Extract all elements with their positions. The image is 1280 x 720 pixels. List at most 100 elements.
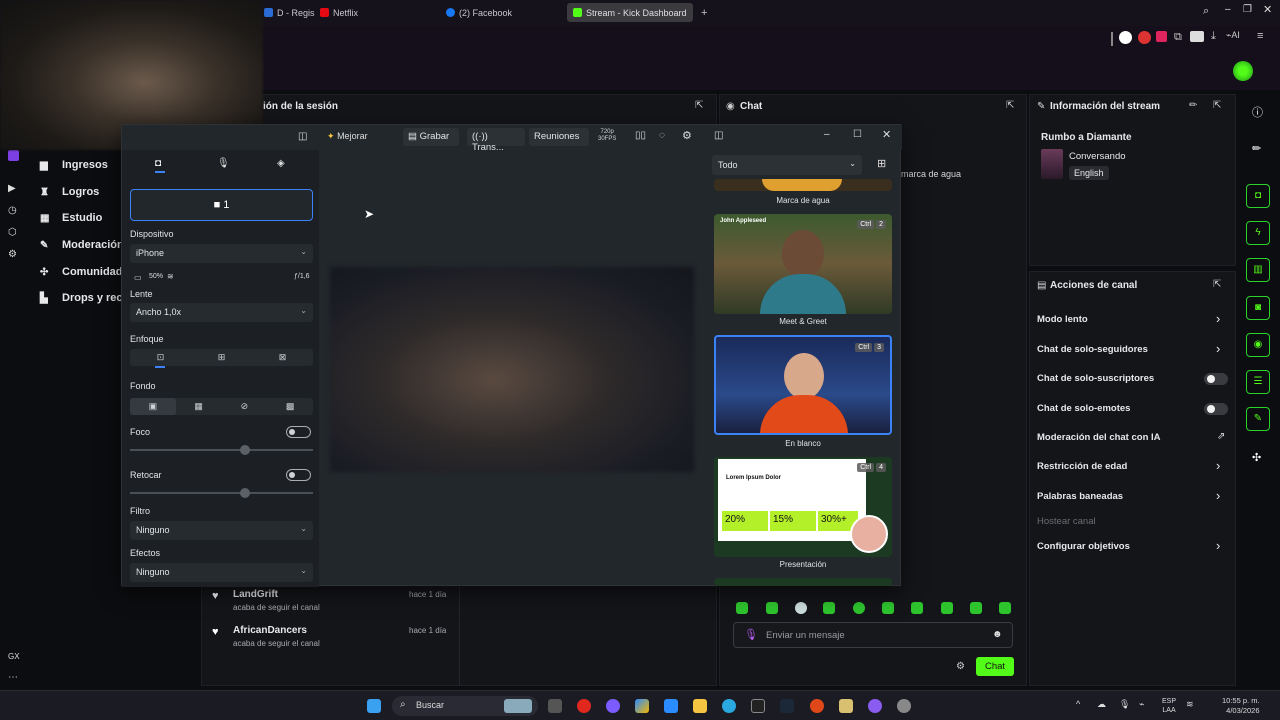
settings-icon[interactable]: ⚙	[956, 661, 965, 672]
layers-tab-icon[interactable]: ◈	[277, 158, 285, 169]
edit-icon[interactable]: ✏	[1189, 100, 1197, 111]
menu-icon[interactable]: ≡	[1257, 30, 1263, 42]
microphone-icon[interactable]: 🎙	[1119, 699, 1130, 710]
cloud-icon[interactable]: ☁	[1097, 699, 1106, 710]
activity-user[interactable]: AfricanDancers	[233, 625, 307, 636]
emote-icon[interactable]	[736, 602, 748, 614]
effects-select[interactable]: Ninguno ⌄	[130, 563, 313, 582]
action-moderacion-ia[interactable]: Moderación del chat con IA	[1037, 432, 1161, 443]
puzzle-icon[interactable]: ⧉	[1174, 31, 1182, 44]
sidebar-item-comunidad[interactable]: ✣ Comunidad	[40, 266, 123, 278]
tab-register[interactable]: D - Regis	[258, 3, 321, 22]
toggle-solo-suscriptores[interactable]	[1204, 373, 1228, 385]
wifi-icon[interactable]: ≋	[1186, 699, 1194, 710]
extension-icon[interactable]	[1119, 31, 1132, 44]
emote-icon[interactable]	[766, 602, 778, 614]
background-off-icon[interactable]: ⊘	[222, 398, 268, 415]
retouch-slider[interactable]	[130, 488, 313, 498]
action-solo-seguidores[interactable]: Chat de solo-seguidores	[1037, 344, 1148, 355]
twitch-icon[interactable]	[8, 150, 19, 161]
camera-select-button[interactable]: ■ 1	[130, 189, 313, 221]
close-icon[interactable]: ✕	[882, 128, 891, 141]
background-blur-icon[interactable]: ▦	[176, 398, 222, 415]
meetings-button[interactable]: Reuniones	[529, 128, 589, 146]
popout-icon[interactable]: ⇱	[1213, 279, 1221, 290]
device-select[interactable]: iPhone ⌄	[130, 244, 313, 263]
blur-slider[interactable]	[130, 445, 313, 455]
video-tab-icon[interactable]: ◘	[155, 158, 161, 169]
minimize-icon[interactable]: –	[1225, 4, 1231, 15]
chevron-right-icon[interactable]: ›	[1216, 341, 1220, 356]
emote-icon[interactable]	[882, 602, 894, 614]
scene-thumbnail-meet-greet[interactable]: John Appleseed Ctrl 2	[714, 214, 892, 314]
scene-thumbnail-watermark[interactable]	[714, 179, 892, 191]
focus-auto-icon[interactable]: ⊡	[130, 349, 191, 366]
extension-icon[interactable]	[1156, 31, 1167, 42]
lens-select[interactable]: Ancho 1,0x ⌄	[130, 303, 313, 322]
filter-select[interactable]: Ninguno ⌄	[130, 521, 313, 540]
sidebar-item-ingresos[interactable]: ▆ Ingresos	[40, 159, 108, 171]
clock[interactable]: 10:55 p. m. 4/03/2026	[1222, 696, 1260, 716]
restore-icon[interactable]: ❐	[1243, 4, 1252, 15]
popout-icon[interactable]: ⇱	[695, 100, 703, 111]
maximize-icon[interactable]: ☐	[853, 129, 862, 140]
epic-games-icon[interactable]	[751, 699, 765, 713]
download-icon[interactable]: ⤓	[1211, 30, 1216, 43]
settings-icon[interactable]: ⚙	[682, 129, 692, 142]
emoji-icon[interactable]: ☻	[992, 629, 1003, 640]
emote-icon[interactable]	[970, 602, 982, 614]
sidebar-item-drops[interactable]: ▙ Drops y rec	[40, 292, 123, 304]
chevron-right-icon[interactable]: ›	[1216, 311, 1220, 326]
tab-kick-dashboard[interactable]: Stream - Kick Dashboard	[567, 3, 693, 22]
extension-icon[interactable]	[1138, 31, 1151, 44]
background-replace-icon[interactable]: ▩	[267, 398, 313, 415]
app-icon[interactable]	[839, 699, 853, 713]
rail-bolt-button[interactable]: ϟ	[1246, 221, 1270, 245]
activity-user[interactable]: LandGrift	[233, 589, 278, 600]
sidebar-toggle-icon[interactable]: ◫	[298, 131, 307, 142]
rail-list-button[interactable]: ☰	[1246, 370, 1270, 394]
grid-view-icon[interactable]: ⊞	[877, 157, 886, 170]
retouch-toggle[interactable]	[286, 469, 311, 481]
action-modo-lento[interactable]: Modo lento	[1037, 314, 1088, 325]
focus-center-icon[interactable]: ⊞	[191, 349, 252, 366]
sidebar-item-moderacion[interactable]: ✎ Moderación	[40, 239, 124, 251]
windows-start-icon[interactable]	[367, 699, 381, 713]
resolution-badge[interactable]: 720p 30FPS	[598, 129, 616, 143]
ea-icon[interactable]	[810, 699, 824, 713]
cube-icon[interactable]: ⬡	[8, 227, 17, 238]
tab-facebook[interactable]: (2) Facebook	[440, 3, 518, 22]
sidebar-item-logros[interactable]: ♜ Logros	[40, 186, 99, 198]
scene-filter-select[interactable]: Todo ⌄	[712, 155, 862, 175]
new-tab-button[interactable]: +	[695, 3, 713, 22]
history-icon[interactable]: ◷	[8, 205, 17, 216]
rail-clipboard-button[interactable]: ▥	[1246, 258, 1270, 282]
rail-wrench-button[interactable]: ✎	[1246, 407, 1270, 431]
rail-chat-button[interactable]: ◙	[1246, 296, 1270, 320]
store-icon[interactable]	[664, 699, 678, 713]
language-indicator[interactable]: ESP LAA	[1162, 697, 1176, 715]
focus-face-icon[interactable]: ⊠	[252, 349, 313, 366]
focus-mode-selector[interactable]: ⊡ ⊞ ⊠	[130, 349, 313, 366]
folder-icon[interactable]	[693, 699, 707, 713]
opera-icon[interactable]	[577, 699, 591, 713]
chevron-right-icon[interactable]: ›	[1216, 458, 1220, 473]
emote-icon[interactable]	[823, 602, 835, 614]
popout-icon[interactable]: ⇱	[1213, 100, 1221, 111]
external-link-icon[interactable]: ⇗	[1217, 431, 1225, 442]
edit-icon[interactable]: ✏	[1252, 142, 1261, 155]
transmit-button[interactable]: ((·)) Trans...	[467, 128, 525, 153]
chrome-icon[interactable]	[897, 699, 911, 713]
chevron-up-icon[interactable]: ^	[1076, 699, 1080, 709]
more-icon[interactable]: ⋯	[8, 672, 18, 683]
discord-icon[interactable]	[606, 699, 620, 713]
scene-thumbnail-next[interactable]	[714, 578, 892, 586]
extension-icon[interactable]	[1190, 31, 1204, 42]
pause-icon[interactable]: ▯▯	[635, 130, 646, 141]
tab-netflix[interactable]: Netflix	[314, 3, 364, 22]
action-restriccion-edad[interactable]: Restricción de edad	[1037, 461, 1127, 472]
minimize-icon[interactable]: –	[824, 129, 830, 140]
emote-icon[interactable]	[795, 602, 807, 614]
rail-camera-button[interactable]: ◘	[1246, 184, 1270, 208]
microphone-tab-icon[interactable]: 🎙	[217, 158, 230, 169]
